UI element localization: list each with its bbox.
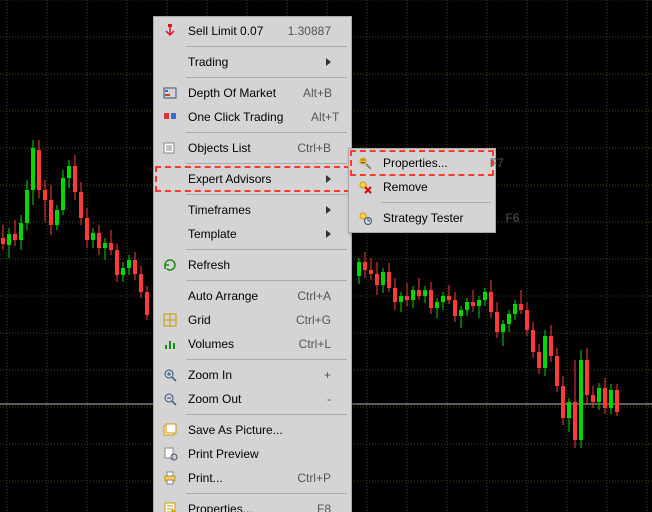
menu-shortcut: Ctrl+A [275, 289, 331, 303]
menu-label: Auto Arrange [184, 289, 275, 303]
menu-grid[interactable]: Grid Ctrl+G [156, 308, 349, 332]
menu-zoom-out[interactable]: Zoom Out - [156, 387, 349, 411]
menu-label: Refresh [184, 258, 331, 272]
volumes-icon [156, 332, 184, 356]
submenu-arrow-icon [326, 206, 331, 214]
grid-icon [156, 308, 184, 332]
zoom-in-icon [156, 363, 184, 387]
sell-limit-icon [156, 19, 184, 43]
menu-expert-advisors[interactable]: Expert Advisors [156, 167, 349, 191]
menu-label: Properties... [379, 156, 448, 170]
menu-volumes[interactable]: Volumes Ctrl+L [156, 332, 349, 356]
separator [186, 249, 347, 250]
menu-label: Timeframes [184, 203, 326, 217]
menu-label: Strategy Tester [379, 211, 463, 225]
menu-label: Zoom Out [184, 392, 275, 406]
menu-label: Grid [184, 313, 275, 327]
menu-template[interactable]: Template [156, 222, 349, 246]
menu-label: Sell Limit 0.07 [184, 24, 270, 38]
zoom-out-icon [156, 387, 184, 411]
menu-label: Remove [379, 180, 475, 194]
menu-shortcut: F7 [448, 156, 504, 170]
menu-shortcut: Ctrl+P [275, 471, 331, 485]
menu-print-preview[interactable]: Print Preview [156, 442, 349, 466]
menu-depth-of-market[interactable]: Depth Of Market Alt+B [156, 81, 349, 105]
menu-timeframes[interactable]: Timeframes [156, 198, 349, 222]
menu-label: Objects List [184, 141, 275, 155]
menu-save-as-picture[interactable]: Save As Picture... [156, 418, 349, 442]
menu-label: Zoom In [184, 368, 275, 382]
menu-label: Properties... [184, 502, 275, 512]
menu-label: Template [184, 227, 326, 241]
menu-shortcut: Ctrl+B [275, 141, 331, 155]
menu-shortcut: Alt+T [283, 110, 339, 124]
separator [186, 77, 347, 78]
ea-remove-icon [351, 175, 379, 199]
properties-icon [156, 497, 184, 512]
menu-properties[interactable]: Properties... F8 [156, 497, 349, 512]
menu-label: Expert Advisors [184, 172, 326, 186]
objects-list-icon [156, 136, 184, 160]
refresh-icon [156, 253, 184, 277]
menu-one-click-trading[interactable]: One Click Trading Alt+T [156, 105, 349, 129]
menu-shortcut: F6 [463, 211, 519, 225]
submenu-arrow-icon [326, 175, 331, 183]
one-click-trading-icon [156, 105, 184, 129]
expert-advisors-submenu: Properties... F7 Remove Strategy Tester … [348, 148, 496, 233]
menu-label: Volumes [184, 337, 275, 351]
separator [186, 414, 347, 415]
menu-shortcut: Ctrl+G [275, 313, 331, 327]
menu-label: Save As Picture... [184, 423, 331, 437]
separator [186, 280, 347, 281]
menu-shortcut: F8 [275, 502, 331, 512]
menu-label: One Click Trading [184, 110, 283, 124]
save-as-picture-icon [156, 418, 184, 442]
menu-zoom-in[interactable]: Zoom In + [156, 363, 349, 387]
print-icon [156, 466, 184, 490]
print-preview-icon [156, 442, 184, 466]
menu-label: Print... [184, 471, 275, 485]
menu-shortcut: Alt+B [276, 86, 332, 100]
submenu-remove[interactable]: Remove [351, 175, 493, 199]
separator [186, 163, 347, 164]
submenu-strategy-tester[interactable]: Strategy Tester F6 [351, 206, 493, 230]
separator [186, 359, 347, 360]
menu-refresh[interactable]: Refresh [156, 253, 349, 277]
menu-auto-arrange[interactable]: Auto Arrange Ctrl+A [156, 284, 349, 308]
menu-trading[interactable]: Trading [156, 50, 349, 74]
separator [186, 493, 347, 494]
menu-print[interactable]: Print... Ctrl+P [156, 466, 349, 490]
depth-of-market-icon [156, 81, 184, 105]
menu-value: 1.30887 [270, 24, 331, 38]
menu-sell-limit[interactable]: Sell Limit 0.07 1.30887 [156, 19, 349, 43]
chart-context-menu: Sell Limit 0.07 1.30887 Trading Depth Of… [153, 16, 352, 512]
separator [186, 194, 347, 195]
separator [186, 132, 347, 133]
menu-shortcut: + [275, 368, 331, 382]
menu-objects-list[interactable]: Objects List Ctrl+B [156, 136, 349, 160]
menu-label: Print Preview [184, 447, 331, 461]
menu-label: Depth Of Market [184, 86, 276, 100]
menu-shortcut: Ctrl+L [275, 337, 331, 351]
menu-shortcut: - [275, 392, 331, 406]
submenu-properties[interactable]: Properties... F7 [351, 151, 493, 175]
submenu-arrow-icon [326, 230, 331, 238]
separator [186, 46, 347, 47]
ea-properties-icon [351, 151, 379, 175]
separator [381, 202, 491, 203]
strategy-tester-icon [351, 206, 379, 230]
submenu-arrow-icon [326, 58, 331, 66]
menu-label: Trading [184, 55, 326, 69]
